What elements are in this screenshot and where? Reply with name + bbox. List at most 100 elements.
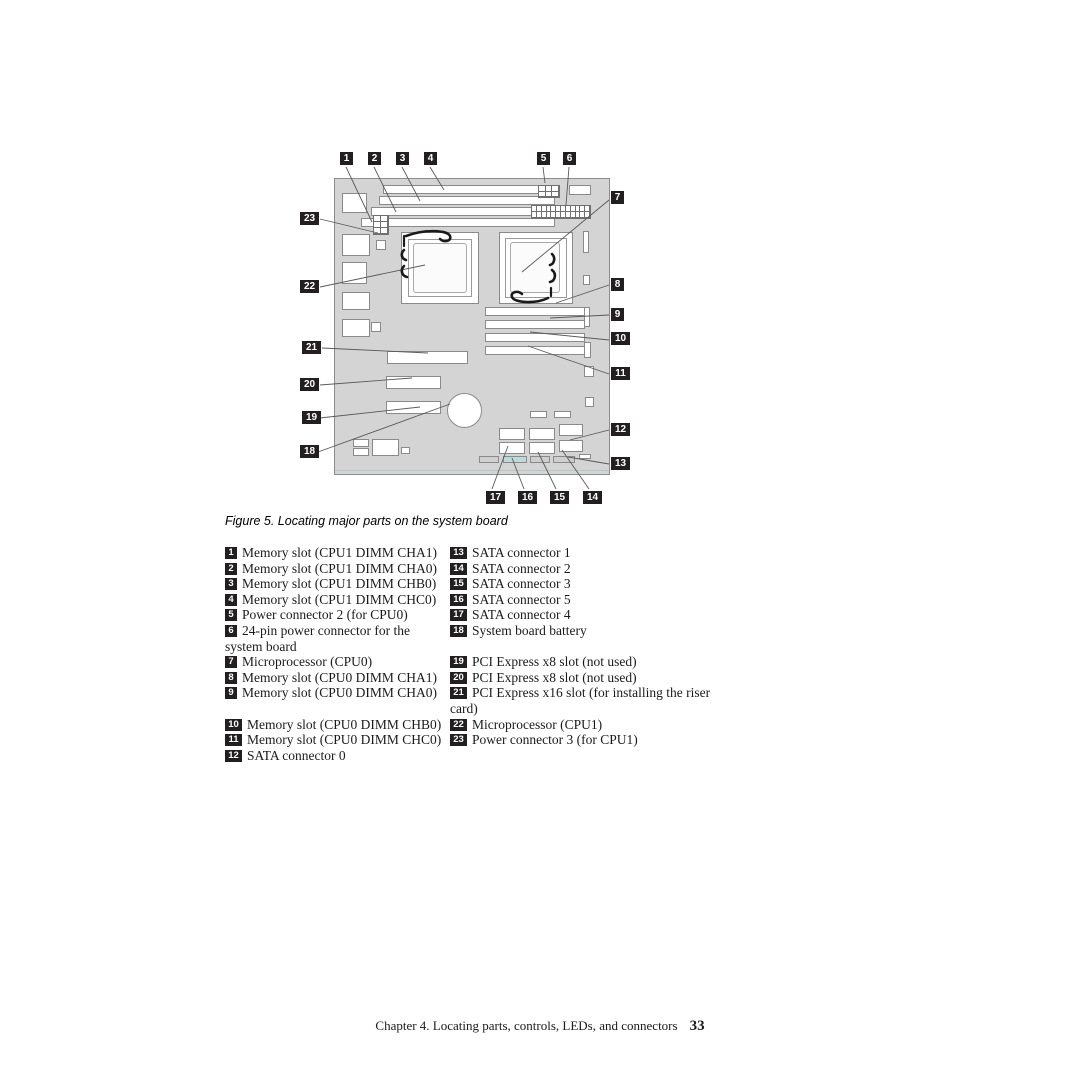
edge-pin-strip	[579, 454, 591, 459]
legend-label-20: PCI Express x8 slot (not used)	[472, 669, 637, 685]
callout-14: 14	[583, 491, 602, 504]
legend-item-23: 23 Power connector 3 (for CPU1)	[450, 732, 730, 748]
callout-22: 22	[300, 280, 319, 293]
figure-caption: Figure 5. Locating major parts on the sy…	[225, 514, 508, 528]
legend-item-13: 13 SATA connector 1	[450, 545, 730, 561]
legend-label-19: PCI Express x8 slot (not used)	[472, 654, 637, 670]
callout-2: 2	[368, 152, 381, 165]
legend-item-5: 5 Power connector 2 (for CPU0)	[225, 607, 475, 623]
legend-badge-22: 22	[450, 718, 467, 731]
memory-slot-cpu0-cha0	[485, 320, 585, 329]
legend-item-3: 3 Memory slot (CPU1 DIMM CHB0)	[225, 576, 475, 592]
small-jumper-block-b	[371, 322, 381, 332]
callout-4: 4	[424, 152, 437, 165]
legend-item-2: 2 Memory slot (CPU1 DIMM CHA0)	[225, 561, 475, 577]
figure-system-board: 1 2 3 4 5 6 7 8 9 10 11 12 13 14 15 16 1…	[0, 0, 1080, 520]
right-edge-connector-6	[585, 397, 594, 407]
legend-badge-6: 6	[225, 624, 237, 637]
legend-item-12: 12 SATA connector 0	[225, 748, 475, 764]
bottom-edge-connector-3	[553, 456, 575, 463]
system-board-graphic	[334, 178, 610, 475]
legend-item-19: 19 PCI Express x8 slot (not used)	[450, 654, 730, 670]
legend-badge-8: 8	[225, 671, 237, 684]
legend-badge-17: 17	[450, 609, 467, 622]
sata-connector-1	[559, 440, 583, 452]
callout-20: 20	[300, 378, 319, 391]
board-edge-line	[335, 470, 609, 471]
legend-badge-23: 23	[450, 734, 467, 747]
legend-badge-3: 3	[225, 578, 237, 591]
legend-item-6: 6 24-pin power connector for the system bo…	[225, 623, 475, 654]
legend-badge-7: 7	[225, 656, 237, 669]
legend-label-5: Power connector 2 (for CPU0)	[242, 607, 408, 623]
legend-badge-21: 21	[450, 687, 467, 700]
legend-item-17: 17 SATA connector 4	[450, 607, 730, 623]
legend-label-22: Microprocessor (CPU1)	[472, 716, 603, 732]
legend-badge-5: 5	[225, 609, 237, 622]
callout-3: 3	[396, 152, 409, 165]
legend-label-23: Power connector 3 (for CPU1)	[472, 732, 638, 748]
callout-12: 12	[611, 423, 630, 436]
memory-slot-cpu1-cha0	[371, 207, 555, 216]
sata-connector-4	[499, 442, 525, 454]
legend-label-15: SATA connector 3	[472, 576, 571, 592]
callout-19: 19	[302, 411, 321, 424]
legend-column-right: 13 SATA connector 1 14 SATA connector 2 15 SA…	[450, 545, 730, 748]
power-connector-24pin	[531, 205, 591, 219]
callout-8: 8	[611, 278, 624, 291]
callout-18: 18	[300, 445, 319, 458]
legend-badge-4: 4	[225, 593, 237, 606]
legend-label-3: Memory slot (CPU1 DIMM CHB0)	[242, 576, 437, 592]
legend-label-8: Memory slot (CPU0 DIMM CHA1)	[242, 669, 438, 685]
front-panel-connector-1	[353, 439, 369, 447]
misc-connector-top-1	[530, 411, 547, 418]
legend-item-10: 10 Memory slot (CPU0 DIMM CHB0)	[225, 717, 475, 733]
pci-express-x8-slot-20	[386, 376, 441, 389]
microprocessor-cpu1	[413, 243, 467, 293]
legend-label-17: SATA connector 4	[472, 607, 571, 623]
legend-label-1: Memory slot (CPU1 DIMM CHA1)	[242, 545, 438, 560]
memory-slot-cpu0-chc0	[485, 346, 585, 355]
callout-11: 11	[611, 367, 630, 380]
right-edge-connector-2	[583, 275, 590, 285]
legend-label-6-wrap: system board	[225, 638, 297, 654]
legend-item-22: 22 Microprocessor (CPU1)	[450, 717, 730, 733]
callout-17: 17	[486, 491, 505, 504]
legend-label-14: SATA connector 2	[472, 560, 571, 576]
legend-item-21: 21 PCI Express x16 slot (for installing t…	[450, 685, 730, 716]
rear-io-block-2	[342, 234, 370, 256]
legend-badge-15: 15	[450, 578, 467, 591]
legend-badge-9: 9	[225, 687, 237, 700]
callout-23: 23	[300, 212, 319, 225]
legend-item-14: 14 SATA connector 2	[450, 561, 730, 577]
small-jumper-block-a	[376, 240, 386, 250]
power-connector-2-cpu0	[538, 185, 560, 198]
right-edge-connector-1	[583, 231, 589, 253]
rear-io-block-3	[342, 262, 367, 284]
memory-slot-cpu1-chc0	[383, 185, 555, 194]
microprocessor-cpu0	[510, 242, 560, 293]
legend-item-7: 7 Microprocessor (CPU0)	[225, 654, 475, 670]
legend-label-11: Memory slot (CPU0 DIMM CHC0)	[247, 732, 442, 748]
legend-label-21: PCI Express x16 slot (for installing the…	[472, 685, 711, 701]
sata-connector-2	[529, 442, 555, 454]
callout-7: 7	[611, 191, 624, 204]
sata-connector-3	[529, 428, 555, 440]
callout-5: 5	[537, 152, 550, 165]
bottom-edge-connector-1	[479, 456, 499, 463]
legend-badge-13: 13	[450, 547, 467, 559]
legend-item-8: 8 Memory slot (CPU0 DIMM CHA1)	[225, 670, 475, 686]
legend-badge-16: 16	[450, 593, 467, 606]
callout-10: 10	[611, 332, 630, 345]
right-edge-connector-5	[584, 366, 594, 377]
rear-io-block-5	[342, 319, 370, 337]
legend-badge-10: 10	[225, 718, 242, 731]
legend-item-1: 1 Memory slot (CPU1 DIMM CHA1)	[225, 545, 475, 561]
callout-16: 16	[518, 491, 537, 504]
callout-9: 9	[611, 308, 624, 321]
legend-label-2: Memory slot (CPU1 DIMM CHA0)	[242, 560, 438, 576]
callout-1: 1	[340, 152, 353, 165]
legend-badge-20: 20	[450, 671, 467, 684]
pci-express-x8-slot-19	[386, 401, 441, 414]
legend-item-4: 4 Memory slot (CPU1 DIMM CHC0)	[225, 592, 475, 608]
